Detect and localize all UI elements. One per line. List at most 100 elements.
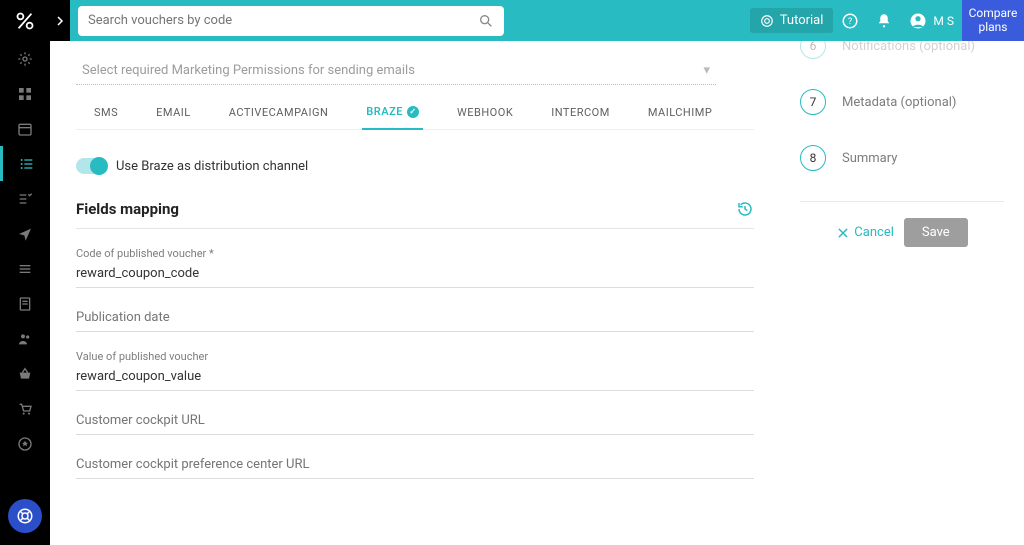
- main-panel: Select required Marketing Permissions fo…: [50, 41, 1024, 545]
- side-panel: 6 Notifications (optional) 7 Metadata (o…: [780, 41, 1024, 545]
- wizard-actions: Cancel Save: [800, 218, 1004, 247]
- cancel-label: Cancel: [854, 225, 894, 240]
- tab-label: EMAIL: [156, 106, 191, 119]
- tutorial-button[interactable]: Tutorial: [750, 8, 834, 33]
- lifebuoy-icon: [16, 507, 34, 525]
- save-button[interactable]: Save: [904, 218, 968, 247]
- calendar-icon: [17, 121, 33, 137]
- cancel-button[interactable]: Cancel: [836, 225, 894, 240]
- field-code-input[interactable]: [76, 264, 754, 283]
- help-button[interactable]: ?: [833, 4, 867, 38]
- user-menu[interactable]: M S: [901, 12, 962, 30]
- channel-tabs: SMS EMAIL ACTIVECAMPAIGN BRAZE ✓ WEBHOOK…: [76, 99, 754, 130]
- bell-icon: [875, 12, 893, 30]
- use-braze-label: Use Braze as distribution channel: [116, 159, 308, 174]
- field-value: Value of published voucher: [76, 350, 754, 391]
- nav-rewards[interactable]: [0, 426, 50, 461]
- search-input[interactable]: [88, 13, 478, 28]
- tutorial-label: Tutorial: [780, 13, 824, 28]
- help-circle-icon: ?: [841, 12, 859, 30]
- wizard-steps: 6 Notifications (optional) 7 Metadata (o…: [800, 33, 1004, 171]
- compare-plans-label: Compare plans: [962, 7, 1024, 33]
- expand-nav-button[interactable]: [50, 0, 70, 41]
- tab-email[interactable]: EMAIL: [152, 99, 195, 129]
- content: Select required Marketing Permissions fo…: [50, 41, 780, 545]
- use-braze-row: Use Braze as distribution channel: [76, 158, 754, 174]
- chevron-down-icon: ▾: [703, 63, 710, 78]
- support-button[interactable]: [8, 499, 42, 533]
- field-value-label: Value of published voucher: [76, 350, 754, 363]
- field-code: Code of published voucher *: [76, 247, 754, 288]
- step-label: Metadata (optional): [842, 95, 956, 110]
- tab-label: ACTIVECAMPAIGN: [229, 106, 329, 119]
- tab-webhook[interactable]: WEBHOOK: [453, 99, 517, 129]
- top-bar: Tutorial ? M S Compare plans: [0, 0, 1024, 41]
- nav-cart[interactable]: [0, 391, 50, 426]
- field-cockpit-url-input[interactable]: [76, 411, 754, 430]
- tab-mailchimp[interactable]: MAILCHIMP: [644, 99, 716, 129]
- field-pub-date: [76, 306, 754, 332]
- step-number: 8: [800, 145, 826, 171]
- send-icon: [17, 226, 33, 242]
- left-nav: [0, 41, 50, 545]
- field-value-input[interactable]: [76, 367, 754, 386]
- tab-braze[interactable]: BRAZE ✓: [362, 99, 423, 130]
- field-pub-date-input[interactable]: [76, 308, 754, 327]
- use-braze-toggle[interactable]: [76, 158, 106, 174]
- field-cockpit-url: [76, 409, 754, 435]
- user-initials: M S: [933, 14, 954, 28]
- users-icon: [17, 331, 33, 347]
- search-icon: [478, 13, 494, 29]
- basket-icon: [17, 366, 33, 382]
- logo[interactable]: [0, 0, 50, 41]
- tab-label: SMS: [94, 106, 118, 119]
- field-pref-center-url: [76, 453, 754, 479]
- marketing-permissions-select[interactable]: Select required Marketing Permissions fo…: [76, 57, 716, 85]
- list-icon: [19, 156, 35, 172]
- tab-label: INTERCOM: [551, 106, 610, 119]
- field-code-label: Code of published voucher *: [76, 247, 754, 260]
- compare-plans-button[interactable]: Compare plans: [962, 0, 1024, 41]
- nav-dashboard[interactable]: [0, 76, 50, 111]
- notifications-button[interactable]: [867, 4, 901, 38]
- tab-sms[interactable]: SMS: [90, 99, 122, 129]
- tab-label: WEBHOOK: [457, 106, 513, 119]
- check-badge-icon: ✓: [407, 106, 419, 118]
- tab-intercom[interactable]: INTERCOM: [547, 99, 614, 129]
- user-avatar-icon: [909, 12, 927, 30]
- tab-activecampaign[interactable]: ACTIVECAMPAIGN: [225, 99, 333, 129]
- nav-distributions[interactable]: [0, 146, 50, 181]
- percent-logo-icon: [14, 10, 36, 32]
- menu-icon: [17, 261, 33, 277]
- step-number: 7: [800, 89, 826, 115]
- section-header: Fields mapping: [76, 200, 754, 218]
- field-pref-center-url-input[interactable]: [76, 455, 754, 474]
- nav-basket[interactable]: [0, 356, 50, 391]
- search-box[interactable]: [78, 6, 504, 36]
- checklist-icon: [17, 191, 33, 207]
- history-button[interactable]: [736, 200, 754, 218]
- history-icon: [736, 200, 754, 218]
- tab-label: BRAZE: [366, 105, 403, 118]
- grid-icon: [17, 86, 33, 102]
- close-icon: [836, 226, 850, 240]
- nav-send[interactable]: [0, 216, 50, 251]
- nav-audit[interactable]: [0, 181, 50, 216]
- step-label: Summary: [842, 151, 897, 166]
- chevron-right-icon: [55, 16, 65, 26]
- nav-document[interactable]: [0, 286, 50, 321]
- nav-customers[interactable]: [0, 321, 50, 356]
- nav-settings[interactable]: [0, 41, 50, 76]
- cart-icon: [17, 401, 33, 417]
- step-8[interactable]: 8 Summary: [800, 145, 1004, 171]
- tab-label: MAILCHIMP: [648, 106, 712, 119]
- gear-icon: [17, 51, 33, 67]
- section-title: Fields mapping: [76, 200, 179, 218]
- star-circle-icon: [17, 436, 33, 452]
- svg-text:?: ?: [848, 17, 852, 27]
- step-7[interactable]: 7 Metadata (optional): [800, 89, 1004, 115]
- nav-calendar[interactable]: [0, 111, 50, 146]
- save-label: Save: [922, 225, 950, 240]
- nav-menu[interactable]: [0, 251, 50, 286]
- target-icon: [760, 14, 774, 28]
